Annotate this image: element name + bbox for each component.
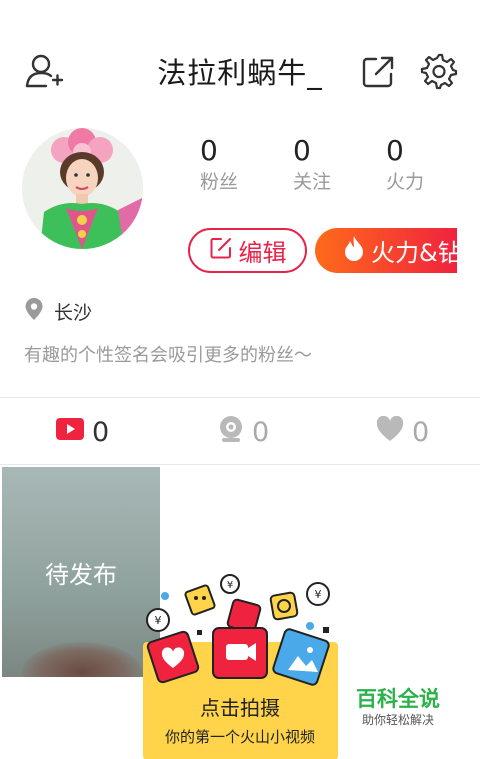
edit-label: 编辑 [238,239,287,267]
gear-icon[interactable] [420,52,458,90]
share-icon[interactable] [360,54,396,90]
firepower-diamond-button[interactable]: 火力&钻 [315,228,457,273]
tab-count: 0 [252,416,270,448]
watermark-logo: 百科全说 助你轻松解决 [348,686,448,728]
page-title: 法拉利蜗牛_ [157,56,323,90]
stat-label: 火力 [386,171,425,193]
stat-label: 粉丝 [200,171,239,193]
watermark-title: 百科全说 [356,687,440,711]
signature[interactable]: 有趣的个性签名会吸引更多的粉丝～ [24,341,312,367]
shoot-prompt-card[interactable]: ¥ ¥ ¥ 点击拍摄 你的第一个火山小视频 [140,570,340,759]
location-pin-icon [24,297,44,326]
stat-fans[interactable]: 0 粉丝 [200,134,280,196]
watermark-subtitle: 助你轻松解决 [361,713,434,727]
pending-publish-label: 待发布 [45,561,117,589]
svg-text:¥: ¥ [227,580,233,591]
stat-value: 0 [386,134,404,167]
top-bar: 法拉利蜗牛_ [0,40,480,104]
location: 长沙 [24,296,92,326]
heart-icon [376,415,404,449]
camera-icon [218,415,244,450]
flame-icon [343,235,365,267]
edit-profile-button[interactable]: 编辑 [188,228,307,273]
thumbnail-image [22,642,142,677]
stat-following[interactable]: 0 关注 [293,134,373,196]
stat-value: 0 [200,134,218,167]
stat-label: 关注 [293,171,332,193]
video-icon [56,417,84,448]
shoot-prompt-title: 点击拍摄 [200,696,280,720]
svg-text:¥: ¥ [155,614,162,627]
add-friend-icon[interactable] [24,54,64,90]
fire-label: 火力&钻 [371,239,457,267]
shoot-prompt-subtitle: 你的第一个火山小视频 [164,728,315,746]
tab-videos[interactable]: 0 [56,412,109,452]
tab-likes[interactable]: 0 [376,412,429,452]
tab-count: 0 [412,416,430,448]
tab-camera[interactable]: 0 [218,412,269,452]
divider [0,397,480,398]
tab-count: 0 [92,416,110,448]
stat-firepower[interactable]: 0 火力 [386,134,466,196]
divider [0,464,480,465]
edit-icon [209,236,233,266]
location-text: 长沙 [54,301,93,324]
stat-value: 0 [293,134,311,167]
video-thumbnail[interactable]: 待发布 [2,467,160,677]
avatar[interactable] [22,128,143,249]
svg-text:¥: ¥ [315,588,322,601]
